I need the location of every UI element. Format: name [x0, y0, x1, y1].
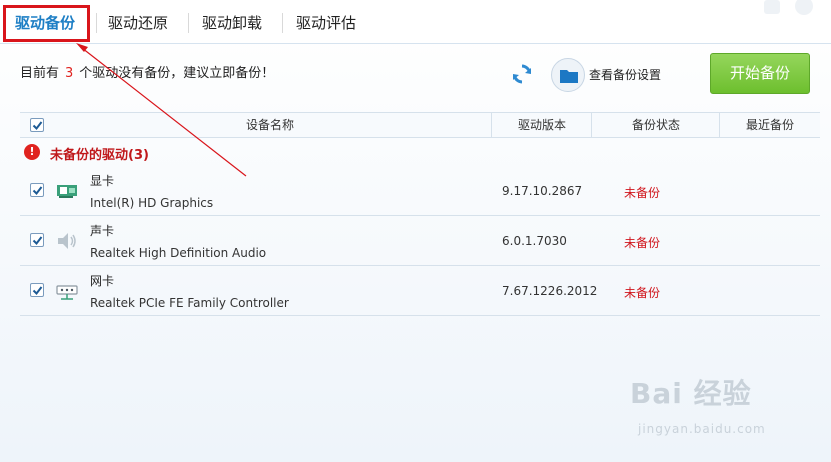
- tab-bar: 驱动备份 驱动还原 驱动卸载 驱动评估: [0, 0, 831, 44]
- backup-summary: 目前有 3 个驱动没有备份，建议立即备份！: [20, 62, 274, 81]
- column-driver-version[interactable]: 驱动版本: [492, 113, 592, 137]
- tab-driver-evaluate[interactable]: 驱动评估: [292, 12, 360, 34]
- row-checkbox[interactable]: [30, 283, 44, 297]
- select-all-checkbox[interactable]: [30, 118, 44, 132]
- tab-divider: [188, 13, 189, 33]
- start-backup-button[interactable]: 开始备份: [710, 53, 810, 94]
- check-icon: [32, 286, 43, 296]
- group-label: 未备份的驱动(3): [50, 148, 149, 163]
- column-device-name[interactable]: 设备名称: [50, 113, 490, 137]
- backup-status: 未备份: [624, 236, 661, 250]
- device-type: 声卡: [90, 224, 115, 238]
- tab-divider: [282, 13, 283, 33]
- folder-icon: [560, 70, 578, 83]
- tab-divider: [96, 13, 97, 33]
- watermark-url: jingyan.baidu.com: [638, 422, 766, 436]
- graphics-card-icon: [57, 185, 77, 198]
- check-icon: [32, 236, 43, 246]
- watermark-logo-text: Bai 经验: [630, 377, 752, 410]
- device-name: Realtek PCIe FE Family Controller: [90, 296, 289, 310]
- driver-version: 7.67.1226.2012: [502, 284, 598, 298]
- tab-driver-uninstall[interactable]: 驱动卸载: [198, 12, 266, 34]
- summary-count: 3: [65, 66, 74, 81]
- table-row[interactable]: 声卡 Realtek High Definition Audio 6.0.1.7…: [20, 216, 820, 266]
- table-header: 设备名称 驱动版本 备份状态 最近备份: [20, 112, 820, 138]
- refresh-icon[interactable]: [511, 63, 533, 85]
- warning-icon: !: [24, 144, 40, 160]
- check-icon: [32, 186, 43, 196]
- column-backup-status[interactable]: 备份状态: [592, 113, 720, 137]
- speaker-icon: [58, 233, 76, 249]
- view-backup-settings-link[interactable]: 查看备份设置: [589, 66, 661, 83]
- window-corner-icon: [764, 0, 813, 15]
- summary-prefix: 目前有: [20, 66, 60, 81]
- backup-status: 未备份: [624, 186, 661, 200]
- device-name: Realtek High Definition Audio: [90, 246, 267, 260]
- device-name: Intel(R) HD Graphics: [90, 196, 214, 210]
- row-checkbox[interactable]: [30, 183, 44, 197]
- annotation-highlight-box: [3, 5, 90, 42]
- device-type: 网卡: [90, 274, 115, 288]
- baidu-watermark: Bai 经验 jingyan.baidu.com: [630, 372, 765, 436]
- check-icon: [32, 121, 43, 131]
- backup-folder-button[interactable]: [551, 58, 585, 92]
- row-checkbox[interactable]: [30, 233, 44, 247]
- backup-status: 未备份: [624, 286, 661, 300]
- table-row[interactable]: 网卡 Realtek PCIe FE Family Controller 7.6…: [20, 266, 820, 316]
- column-last-backup[interactable]: 最近备份: [720, 113, 820, 137]
- network-card-icon: [56, 285, 78, 300]
- device-type: 显卡: [90, 174, 115, 188]
- tab-driver-restore[interactable]: 驱动还原: [104, 12, 172, 34]
- driver-version: 6.0.1.7030: [502, 234, 567, 248]
- driver-version: 9.17.10.2867: [502, 184, 583, 198]
- summary-suffix: 个驱动没有备份，建议立即备份！: [79, 66, 275, 81]
- table-row[interactable]: 显卡 Intel(R) HD Graphics 9.17.10.2867 未备份: [20, 166, 820, 216]
